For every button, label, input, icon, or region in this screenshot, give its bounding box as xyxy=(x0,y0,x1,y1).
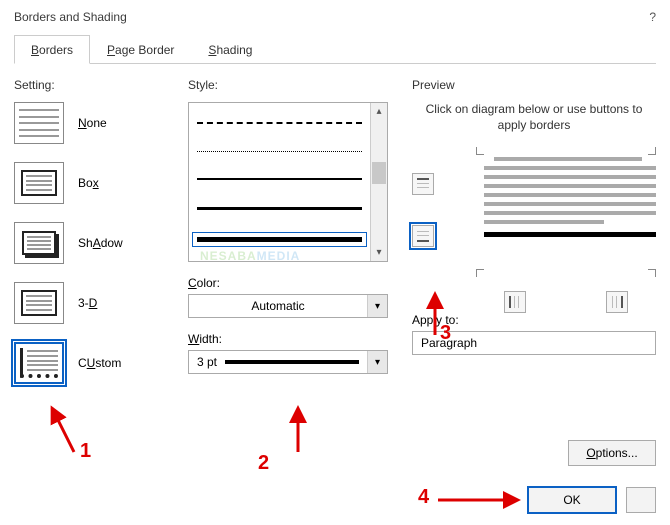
tab-page-border[interactable]: Page Border xyxy=(90,35,191,64)
watermark: NESABAMEDIA xyxy=(200,240,300,266)
setting-box-thumb xyxy=(14,162,64,204)
help-icon[interactable]: ? xyxy=(649,10,656,24)
annotation-4: 4 xyxy=(418,486,429,508)
border-bottom-button[interactable] xyxy=(412,225,434,247)
options-button[interactable]: Options... xyxy=(568,440,656,466)
setting-custom[interactable]: CUstom xyxy=(14,342,164,384)
preview-hint: Click on diagram below or use buttons to… xyxy=(412,102,656,133)
style-label: Style: xyxy=(188,78,388,92)
width-dropdown[interactable]: 3 pt ▾ xyxy=(188,350,388,374)
style-scrollbar[interactable]: ▴ ▾ xyxy=(370,103,387,261)
setting-none-thumb xyxy=(14,102,64,144)
color-dropdown[interactable]: Automatic ▾ xyxy=(188,294,388,318)
color-label: Color: xyxy=(188,276,388,290)
apply-to-label: Apply to: xyxy=(412,313,656,327)
setting-label: Setting: xyxy=(14,78,164,92)
next-button-partial[interactable] xyxy=(626,487,656,513)
setting-shadow[interactable]: ShAdow xyxy=(14,222,164,264)
setting-3d-thumb xyxy=(14,282,64,324)
ok-button[interactable]: OK xyxy=(528,487,616,513)
setting-custom-thumb xyxy=(14,342,64,384)
chevron-down-icon[interactable]: ▾ xyxy=(367,351,387,373)
scroll-up-icon[interactable]: ▴ xyxy=(371,103,387,120)
tab-shading[interactable]: Shading xyxy=(191,35,269,64)
annotation-1: 1 xyxy=(80,440,91,462)
width-label: Width: xyxy=(188,332,388,346)
style-listbox[interactable]: ▴ ▾ xyxy=(188,102,388,262)
border-top-button[interactable] xyxy=(412,173,434,195)
border-right-button[interactable] xyxy=(606,291,628,313)
tab-strip: Borders Page Border Shading xyxy=(14,34,656,64)
preview-diagram xyxy=(412,147,656,307)
annotation-2: 2 xyxy=(258,452,269,474)
scroll-down-icon[interactable]: ▾ xyxy=(371,244,387,261)
tab-borders[interactable]: Borders xyxy=(14,35,90,64)
setting-none[interactable]: None xyxy=(14,102,164,144)
chevron-down-icon[interactable]: ▾ xyxy=(367,295,387,317)
window-title: Borders and Shading xyxy=(14,10,127,24)
setting-box[interactable]: Box xyxy=(14,162,164,204)
border-left-button[interactable] xyxy=(504,291,526,313)
preview-label: Preview xyxy=(412,78,656,92)
setting-shadow-thumb xyxy=(14,222,64,264)
setting-3d[interactable]: 3-D xyxy=(14,282,164,324)
preview-paragraph[interactable] xyxy=(484,157,656,237)
apply-to-dropdown[interactable]: Paragraph xyxy=(412,331,656,355)
